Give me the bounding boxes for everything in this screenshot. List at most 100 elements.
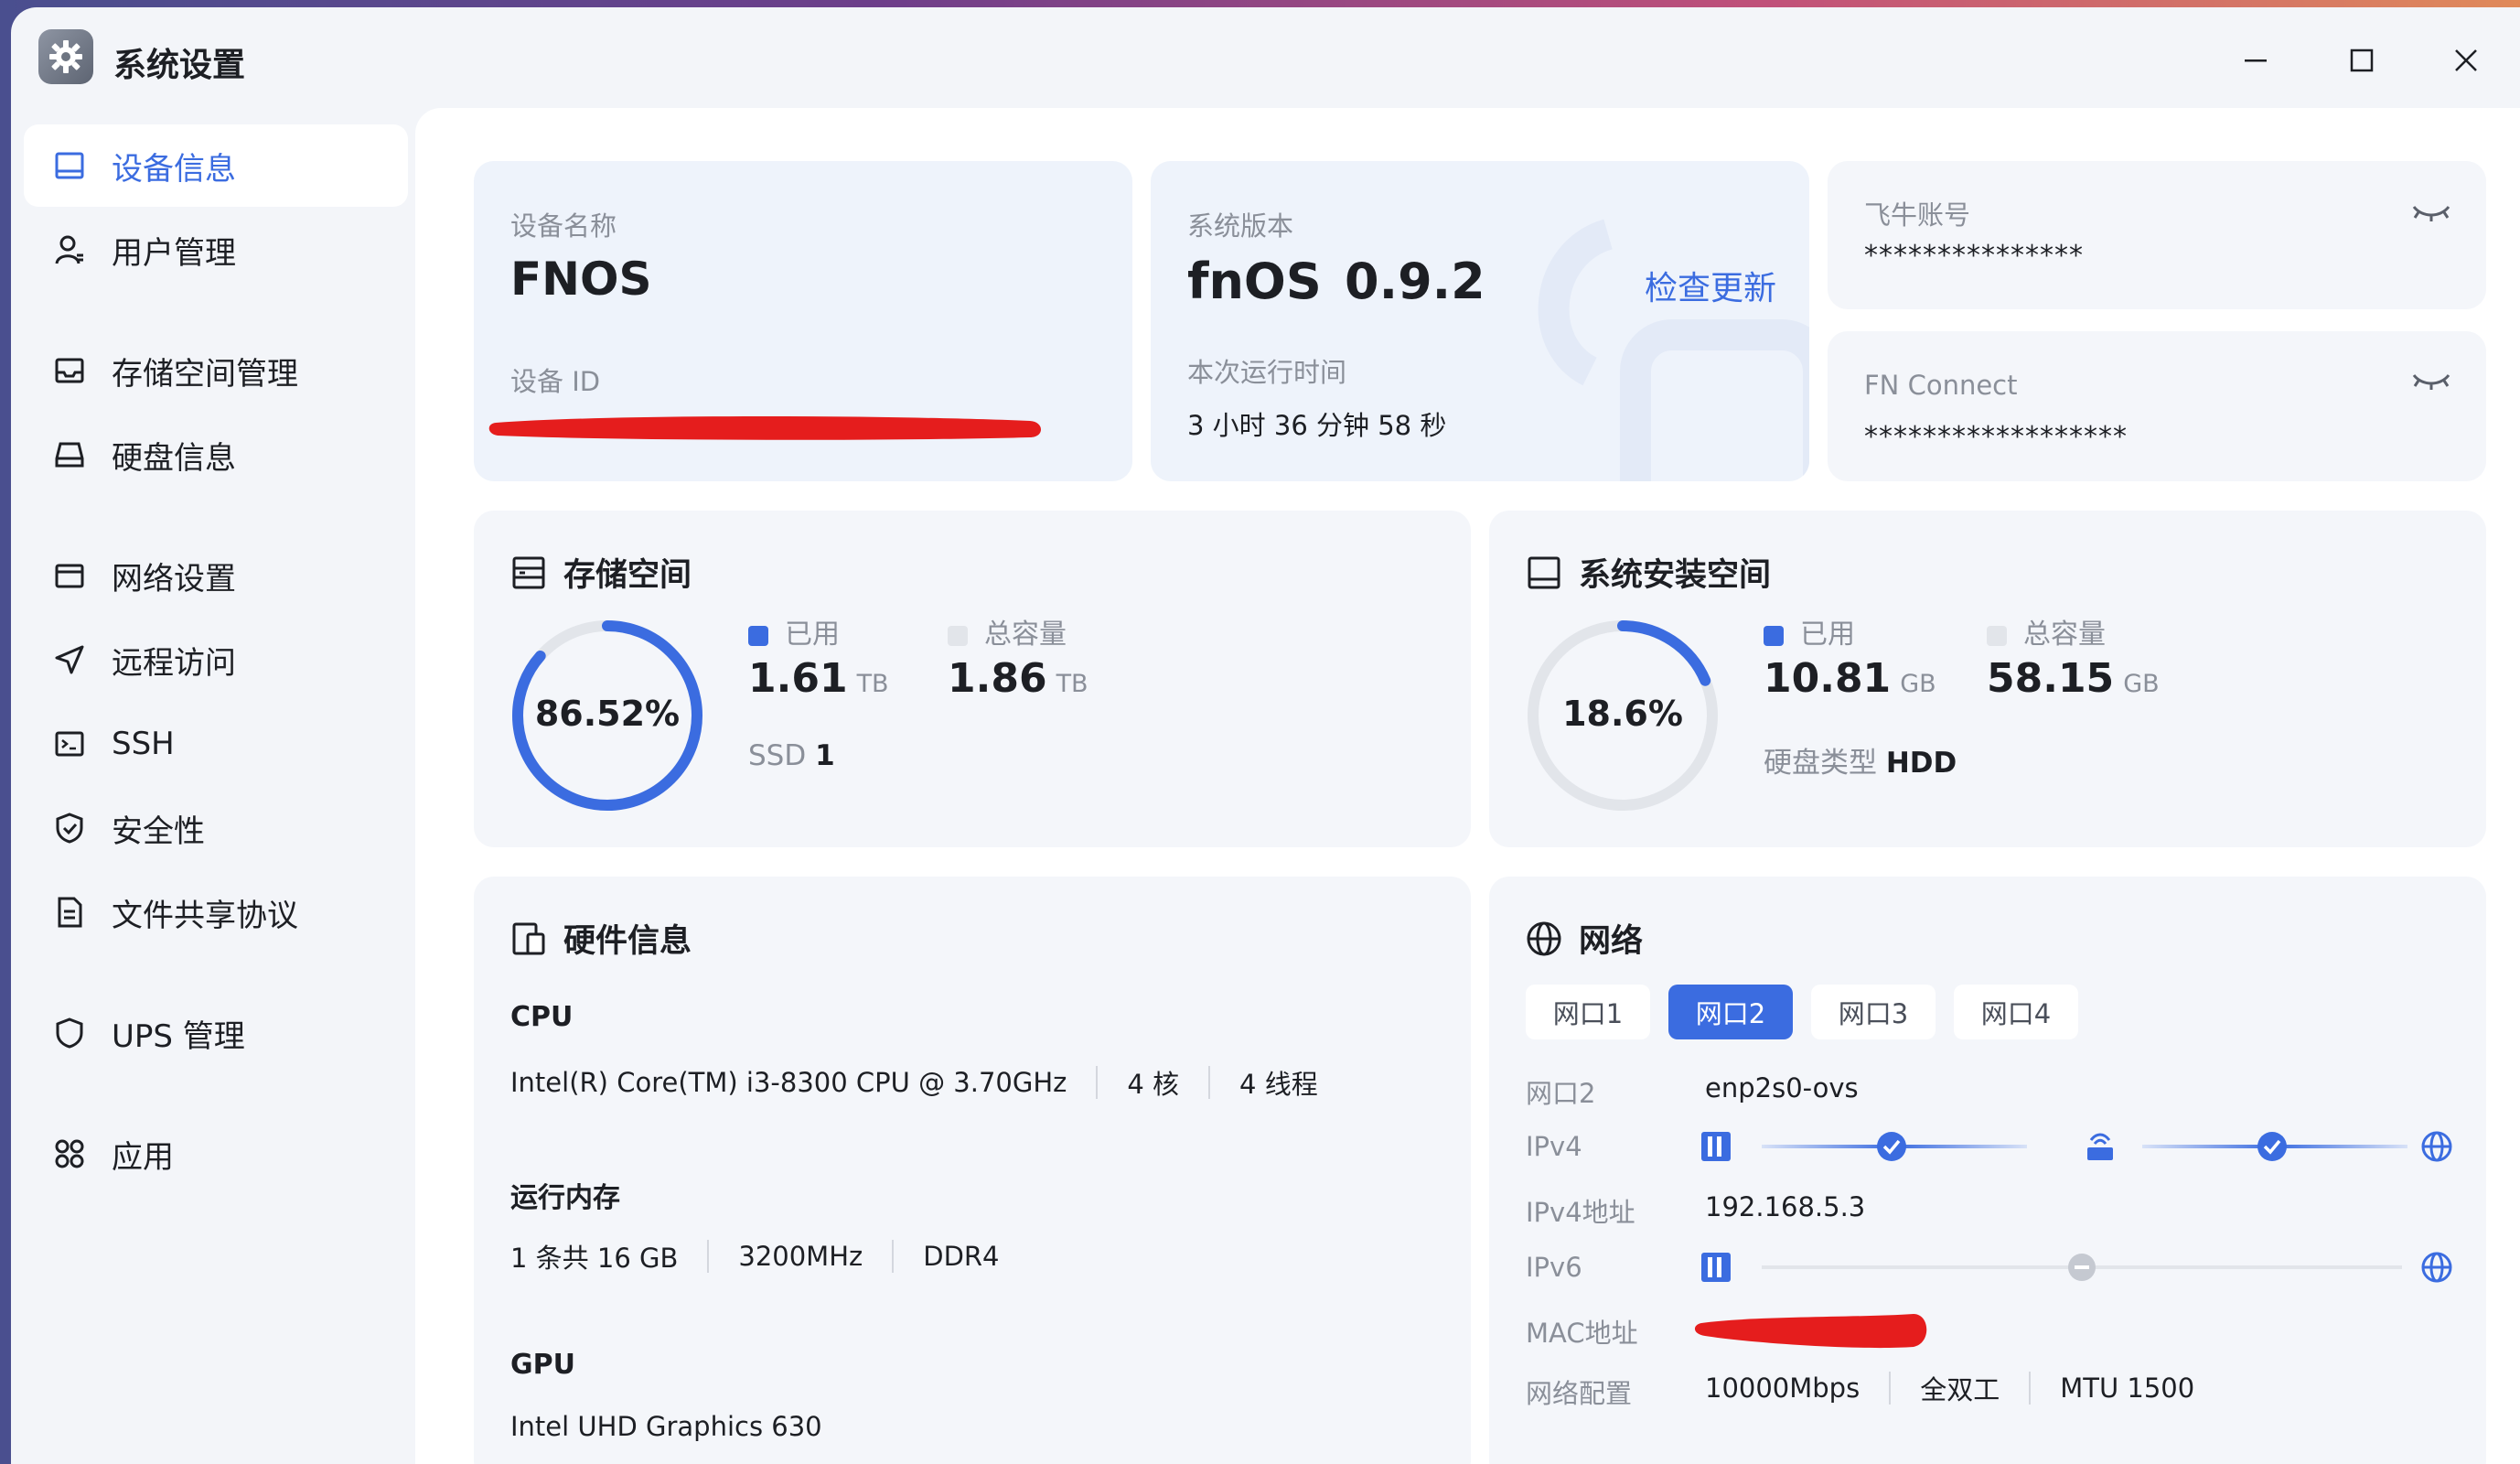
ipv4-connection-path — [1701, 1131, 2452, 1162]
sidebar-item-storage[interactable]: 存储空间管理 — [24, 329, 408, 412]
used-number: 1.61 — [748, 655, 848, 702]
sidebar-item-users[interactable]: 用户管理 — [24, 209, 408, 291]
maximize-button[interactable] — [2334, 33, 2389, 88]
system-total-value: 58.15 GB — [1987, 655, 2160, 702]
sidebar-item-label: 远程访问 — [112, 644, 236, 682]
system-space-title: 系统安装空间 — [1526, 549, 1771, 596]
legend-total-label: 总容量 — [984, 619, 1067, 651]
hardware-card: 硬件信息 CPU Intel(R) Core(TM) i3-8300 CPU @… — [474, 877, 1471, 1464]
mac-redaction — [1694, 1314, 1927, 1349]
sidebar-item-ssh[interactable]: SSH — [24, 703, 408, 785]
network-title: 网络 — [1526, 915, 1643, 962]
gpu-model: Intel UHD Graphics 630 — [510, 1411, 822, 1442]
close-button[interactable] — [2439, 33, 2493, 88]
cpu-threads: 4 线程 — [1239, 1069, 1318, 1100]
user-icon — [51, 231, 88, 268]
shield-icon — [51, 1015, 88, 1051]
sidebar-item-file-sharing[interactable]: 文件共享协议 — [24, 871, 408, 953]
sidebar-item-ups[interactable]: UPS 管理 — [24, 992, 408, 1074]
system-space-card: 系统安装空间 18.6% 已用 10.81 GB 总容量 58.15 GB 硬盘类型… — [1489, 511, 2486, 847]
sidebar-item-label: 存储空间管理 — [112, 355, 298, 393]
ipv4-address-label: IPv4地址 — [1526, 1197, 1635, 1228]
used-unit: TB — [856, 670, 889, 698]
minimize-button[interactable] — [2228, 33, 2283, 88]
account-card: 飞牛账号 *************** — [1828, 161, 2486, 309]
tab-port-1[interactable]: 网口1 — [1526, 985, 1650, 1039]
ipv4-address: 192.168.5.3 — [1705, 1191, 1866, 1222]
mac-label: MAC地址 — [1526, 1318, 1638, 1349]
os-name: fnOS — [1187, 253, 1322, 310]
send-icon — [51, 641, 88, 678]
legend-used-label: 已用 — [1800, 619, 1855, 651]
account-value: *************** — [1864, 240, 2084, 272]
duplex-mode: 全双工 — [1920, 1374, 2000, 1405]
uptime-value: 3 小时 36 分钟 58 秒 — [1187, 410, 1447, 441]
shield-check-icon — [51, 810, 88, 846]
sidebar-item-disks[interactable]: 硬盘信息 — [24, 414, 408, 496]
window-title: 系统设置 — [113, 47, 246, 84]
system-total-legend: 总容量 — [1987, 611, 2106, 651]
sidebar-item-network[interactable]: 网络设置 — [24, 534, 408, 617]
total-swatch — [948, 625, 968, 646]
version-label: 系统版本 — [1187, 210, 1294, 242]
sidebar-item-label: UPS 管理 — [112, 1017, 245, 1055]
drive-icon — [1526, 554, 1562, 591]
memory-speed: 3200MHz — [738, 1241, 863, 1272]
sidebar-item-security[interactable]: 安全性 — [24, 787, 408, 869]
tab-port-4[interactable]: 网口4 — [1954, 985, 2078, 1039]
eye-closed-icon[interactable] — [2411, 370, 2451, 392]
sidebar-item-label: 网络设置 — [112, 560, 236, 597]
disk-icon — [51, 436, 88, 473]
uptime-label: 本次运行时间 — [1187, 357, 1347, 388]
network-card: 网络 网口1 网口2 网口3 网口4 网口2 enp2s0-ovs IPv4 I… — [1489, 877, 2486, 1464]
storage-percent: 86.52% — [534, 694, 681, 734]
sidebar-item-device-info[interactable]: 设备信息 — [24, 124, 408, 207]
storage-title-text: 存储空间 — [563, 557, 692, 594]
ipv6-label: IPv6 — [1526, 1252, 1582, 1283]
config-label: 网络配置 — [1526, 1378, 1633, 1409]
system-space-title-text: 系统安装空间 — [1579, 557, 1772, 594]
used-swatch — [748, 625, 768, 646]
check-update-link[interactable]: 检查更新 — [1645, 262, 1776, 309]
fn-connect-label: FN Connect — [1864, 370, 2018, 401]
storage-icon — [51, 352, 88, 389]
total-number: 58.15 — [1987, 655, 2115, 702]
router-icon — [2087, 1133, 2113, 1160]
link-speed: 10000Mbps — [1705, 1372, 1861, 1404]
apps-grid-icon — [51, 1136, 88, 1172]
memory-type: DDR4 — [923, 1241, 1000, 1272]
document-icon — [51, 894, 88, 931]
storage-card: 存储空间 86.52% 已用 1.61 TB 总容量 1.86 TB SSD 1 — [474, 511, 1471, 847]
cpu-label: CPU — [510, 1001, 574, 1033]
fn-connect-value: ****************** — [1864, 421, 2128, 453]
check-circle-icon — [2257, 1132, 2287, 1161]
settings-window: 系统设置 设备信息 用户管理 存储空间管理 硬盘信息 网络设置 远程访问 SSH… — [11, 7, 2520, 1464]
storage-total-legend: 总容量 — [948, 611, 1067, 651]
ssd-label: SSD — [748, 739, 807, 772]
port-value: enp2s0-ovs — [1705, 1072, 1859, 1103]
system-percent: 18.6% — [1562, 694, 1683, 734]
legend-used-label: 已用 — [785, 619, 840, 651]
eye-closed-icon[interactable] — [2411, 201, 2451, 223]
account-label: 飞牛账号 — [1864, 199, 1971, 231]
gpu-row: Intel UHD Graphics 630 — [510, 1411, 822, 1442]
network-card-icon — [51, 557, 88, 594]
system-used-legend: 已用 — [1764, 611, 1855, 651]
tab-port-3[interactable]: 网口3 — [1811, 985, 1936, 1039]
hardware-icon — [510, 920, 547, 957]
sidebar-item-apps[interactable]: 应用 — [24, 1113, 408, 1195]
total-swatch — [1987, 625, 2007, 646]
tab-port-2[interactable]: 网口2 — [1668, 985, 1793, 1039]
device-id-label: 设备 ID — [510, 366, 601, 397]
total-unit: GB — [2123, 670, 2160, 698]
sidebar-item-label: 安全性 — [112, 813, 205, 850]
cpu-row: Intel(R) Core(TM) i3-8300 CPU @ 3.70GHz … — [510, 1063, 1318, 1102]
port-label: 网口2 — [1526, 1078, 1596, 1109]
storage-used-value: 1.61 TB — [748, 655, 889, 702]
version-card: 系统版本 fnOS 0.9.2 检查更新 本次运行时间 3 小时 36 分钟 5… — [1151, 161, 1809, 481]
legend-total-label: 总容量 — [2023, 619, 2106, 651]
sidebar-item-label: 应用 — [112, 1138, 174, 1176]
ssd-value: 1 — [815, 739, 835, 772]
ethernet-port-icon — [1701, 1253, 1731, 1282]
sidebar-item-remote-access[interactable]: 远程访问 — [24, 619, 408, 701]
